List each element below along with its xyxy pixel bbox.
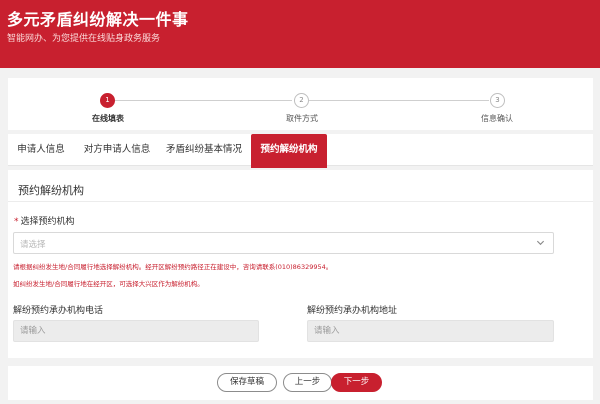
step-3-circle: 3 xyxy=(490,93,505,108)
address-label: 解纷预约承办机构地址 xyxy=(307,306,398,316)
form-section: 预约解纷机构 * 选择预约机构 请选择 请根据纠纷发生地/合同履行地选择解纷机构。… xyxy=(8,170,593,358)
chevron-down-icon xyxy=(536,240,545,246)
step-3-label: 信息确认 xyxy=(481,114,513,123)
page-title: 多元矛盾纠纷解决一件事 xyxy=(7,10,189,29)
required-mark: * xyxy=(14,217,19,227)
tab-reserve-mediation-org[interactable]: 预约解纷机构 xyxy=(251,134,327,168)
phone-input[interactable] xyxy=(13,320,259,342)
form-footer: 保存草稿 上一步 下一步 xyxy=(8,366,593,400)
selection-note-2: 如纠纷发生地/合同履行地在经开区，可选择大兴区作为解纷机构。 xyxy=(13,280,204,288)
step-connector xyxy=(309,100,489,101)
section-title: 预约解纷机构 xyxy=(18,184,84,197)
selection-note-1: 请根据纠纷发生地/合同履行地选择解纷机构。经开区解纷预约路径正在建设中，咨询请联… xyxy=(13,263,333,271)
address-input[interactable] xyxy=(307,320,554,342)
next-step-button[interactable]: 下一步 xyxy=(331,373,382,392)
step-progress: 1 在线填表 2 取件方式 3 信息确认 xyxy=(8,78,593,130)
prev-step-button[interactable]: 上一步 xyxy=(283,373,332,392)
page-header: 多元矛盾纠纷解决一件事 智能网办、为您提供在线贴身政务服务 xyxy=(0,0,600,68)
select-org-label-text: 选择预约机构 xyxy=(20,217,75,227)
tab-applicant-info[interactable]: 申请人信息 xyxy=(10,134,72,166)
step-1-label: 在线填表 xyxy=(92,114,124,123)
select-org-placeholder: 请选择 xyxy=(20,240,46,250)
tab-dispute-basic-info[interactable]: 矛盾纠纷基本情况 xyxy=(158,134,250,166)
page-subtitle: 智能网办、为您提供在线贴身政务服务 xyxy=(7,34,161,44)
page: 多元矛盾纠纷解决一件事 智能网办、为您提供在线贴身政务服务 1 在线填表 2 取… xyxy=(0,0,600,404)
tab-opposing-applicant-info[interactable]: 对方申请人信息 xyxy=(78,134,156,166)
select-org-dropdown[interactable]: 请选择 xyxy=(13,232,554,254)
step-2-label: 取件方式 xyxy=(286,114,318,123)
step-connector xyxy=(114,100,292,101)
select-org-label: * 选择预约机构 xyxy=(14,214,75,227)
step-2-circle: 2 xyxy=(294,93,309,108)
step-1-circle: 1 xyxy=(100,93,115,108)
section-divider xyxy=(8,201,593,202)
form-tabs: 申请人信息 对方申请人信息 矛盾纠纷基本情况 预约解纷机构 xyxy=(8,134,593,168)
save-draft-button[interactable]: 保存草稿 xyxy=(217,373,277,392)
phone-label: 解纷预约承办机构电话 xyxy=(13,306,104,316)
